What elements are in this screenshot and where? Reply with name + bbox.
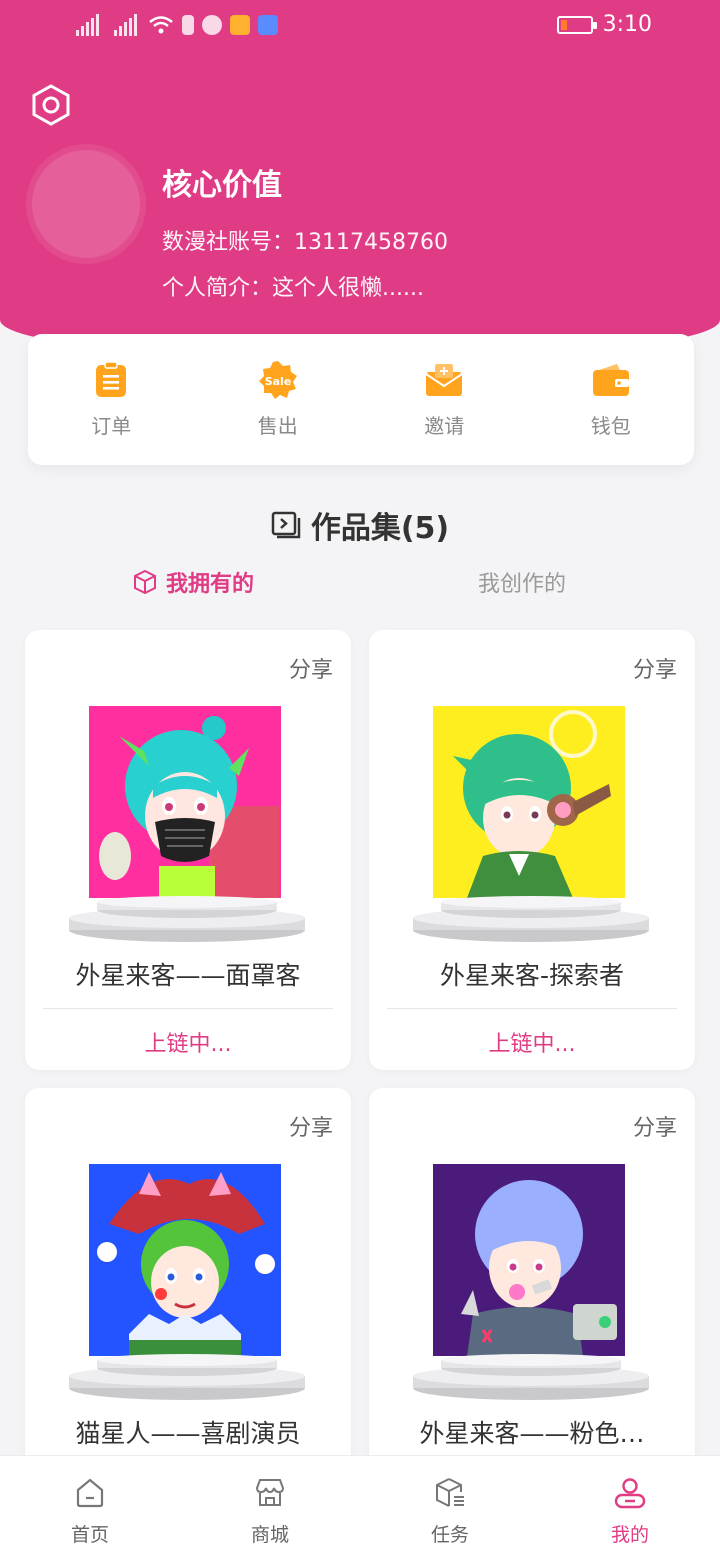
nft-artwork — [89, 706, 281, 898]
nav-store[interactable]: 商城 — [180, 1456, 360, 1560]
app-cat-icon — [230, 15, 250, 35]
avatar[interactable] — [32, 150, 140, 258]
pink-character-image — [433, 1164, 625, 1356]
nft-artwork — [89, 1164, 281, 1356]
quick-sold[interactable]: Sale 售出 — [195, 334, 362, 465]
nav-label: 商城 — [250, 1524, 289, 1546]
jester-cat-character-image — [89, 1164, 281, 1356]
card-status: 上链中... — [488, 1032, 576, 1057]
sim-icon — [182, 15, 194, 35]
nav-label: 任务 — [430, 1524, 469, 1546]
signal-3g-icon — [110, 14, 140, 36]
wifi-icon — [149, 16, 173, 34]
status-icons — [72, 14, 278, 36]
quick-label: 邀请 — [424, 414, 465, 438]
pedestal — [69, 1354, 305, 1400]
share-button[interactable]: 分享 — [633, 1110, 677, 1142]
pedestal — [413, 1354, 649, 1400]
invite-envelope-icon — [425, 364, 463, 396]
bottom-nav: 首页 商城 任务 我的 — [0, 1455, 720, 1560]
status-right: 3:10 — [556, 12, 652, 37]
nav-tasks[interactable]: 任务 — [360, 1456, 540, 1560]
share-button[interactable]: 分享 — [633, 652, 677, 684]
tab-owned-label: 我拥有的 — [166, 572, 255, 597]
collection-card[interactable]: 分享 外星来客-探索者 上链中... — [369, 630, 695, 1070]
battery-icon — [556, 15, 597, 34]
collection-card[interactable]: 分享 外星来客——面罩客 上链中... — [25, 630, 351, 1070]
task-box-icon — [436, 1478, 464, 1507]
quick-label: 售出 — [257, 414, 298, 438]
collection-tabs: 我拥有的 我创作的 — [0, 566, 720, 606]
quick-label: 订单 — [91, 414, 132, 438]
card-title: 外星来客——粉色… — [419, 1419, 645, 1448]
quick-orders[interactable]: 订单 — [28, 334, 195, 465]
nav-label: 首页 — [70, 1524, 109, 1546]
wallet-icon — [592, 364, 629, 396]
profile-icon — [614, 1478, 646, 1509]
clipboard-icon — [96, 361, 127, 397]
store-icon — [255, 1479, 285, 1506]
card-divider — [387, 1008, 677, 1009]
signal-4g-icon — [72, 14, 102, 36]
user-name: 核心价值 — [162, 168, 282, 203]
tab-created-label: 我创作的 — [478, 572, 567, 597]
home-icon — [76, 1478, 104, 1508]
quick-actions-card: 订单 Sale 售出 邀请 钱包 — [28, 334, 694, 465]
bio: 个人简介：这个人很懒...... — [162, 276, 424, 301]
quick-label: 钱包 — [590, 414, 631, 438]
collection-title: 作品集(5) — [0, 503, 720, 547]
explorer-character-image — [433, 706, 625, 898]
pedestal — [69, 896, 305, 942]
pedestal — [413, 896, 649, 942]
nft-artwork — [433, 1164, 625, 1356]
nav-mine[interactable]: 我的 — [540, 1456, 720, 1560]
settings-gear-icon[interactable] — [30, 84, 72, 126]
card-title: 猫星人——喜剧演员 — [75, 1419, 301, 1448]
nav-label: 我的 — [610, 1524, 649, 1546]
quick-wallet[interactable]: 钱包 — [528, 334, 695, 465]
clock: 3:10 — [602, 12, 652, 37]
status-bar: 3:10 — [0, 0, 720, 56]
share-button[interactable]: 分享 — [289, 652, 333, 684]
nav-home[interactable]: 首页 — [0, 1456, 180, 1560]
app-ball-icon — [202, 15, 222, 35]
collection-title-text: 作品集(5) — [310, 511, 450, 546]
masked-character-image — [89, 706, 281, 898]
sale-badge-icon: Sale — [258, 361, 297, 399]
cube-icon — [134, 569, 156, 595]
nft-artwork — [433, 706, 625, 898]
tab-owned[interactable]: 我拥有的 — [132, 566, 254, 598]
collection-icon — [271, 511, 301, 539]
account-id: 数漫社账号：13117458760 — [162, 230, 448, 255]
card-divider — [43, 1008, 333, 1009]
share-button[interactable]: 分享 — [289, 1110, 333, 1142]
app-music-icon — [258, 15, 278, 35]
card-title: 外星来客——面罩客 — [75, 961, 301, 990]
svg-text:Sale: Sale — [264, 375, 291, 388]
profile-info: 核心价值 数漫社账号：13117458760 个人简介：这个人很懒...... — [162, 160, 448, 302]
tab-created[interactable]: 我创作的 — [478, 566, 566, 598]
card-title: 外星来客-探索者 — [439, 961, 625, 990]
card-status: 上链中... — [144, 1032, 232, 1057]
quick-invite[interactable]: 邀请 — [361, 334, 528, 465]
